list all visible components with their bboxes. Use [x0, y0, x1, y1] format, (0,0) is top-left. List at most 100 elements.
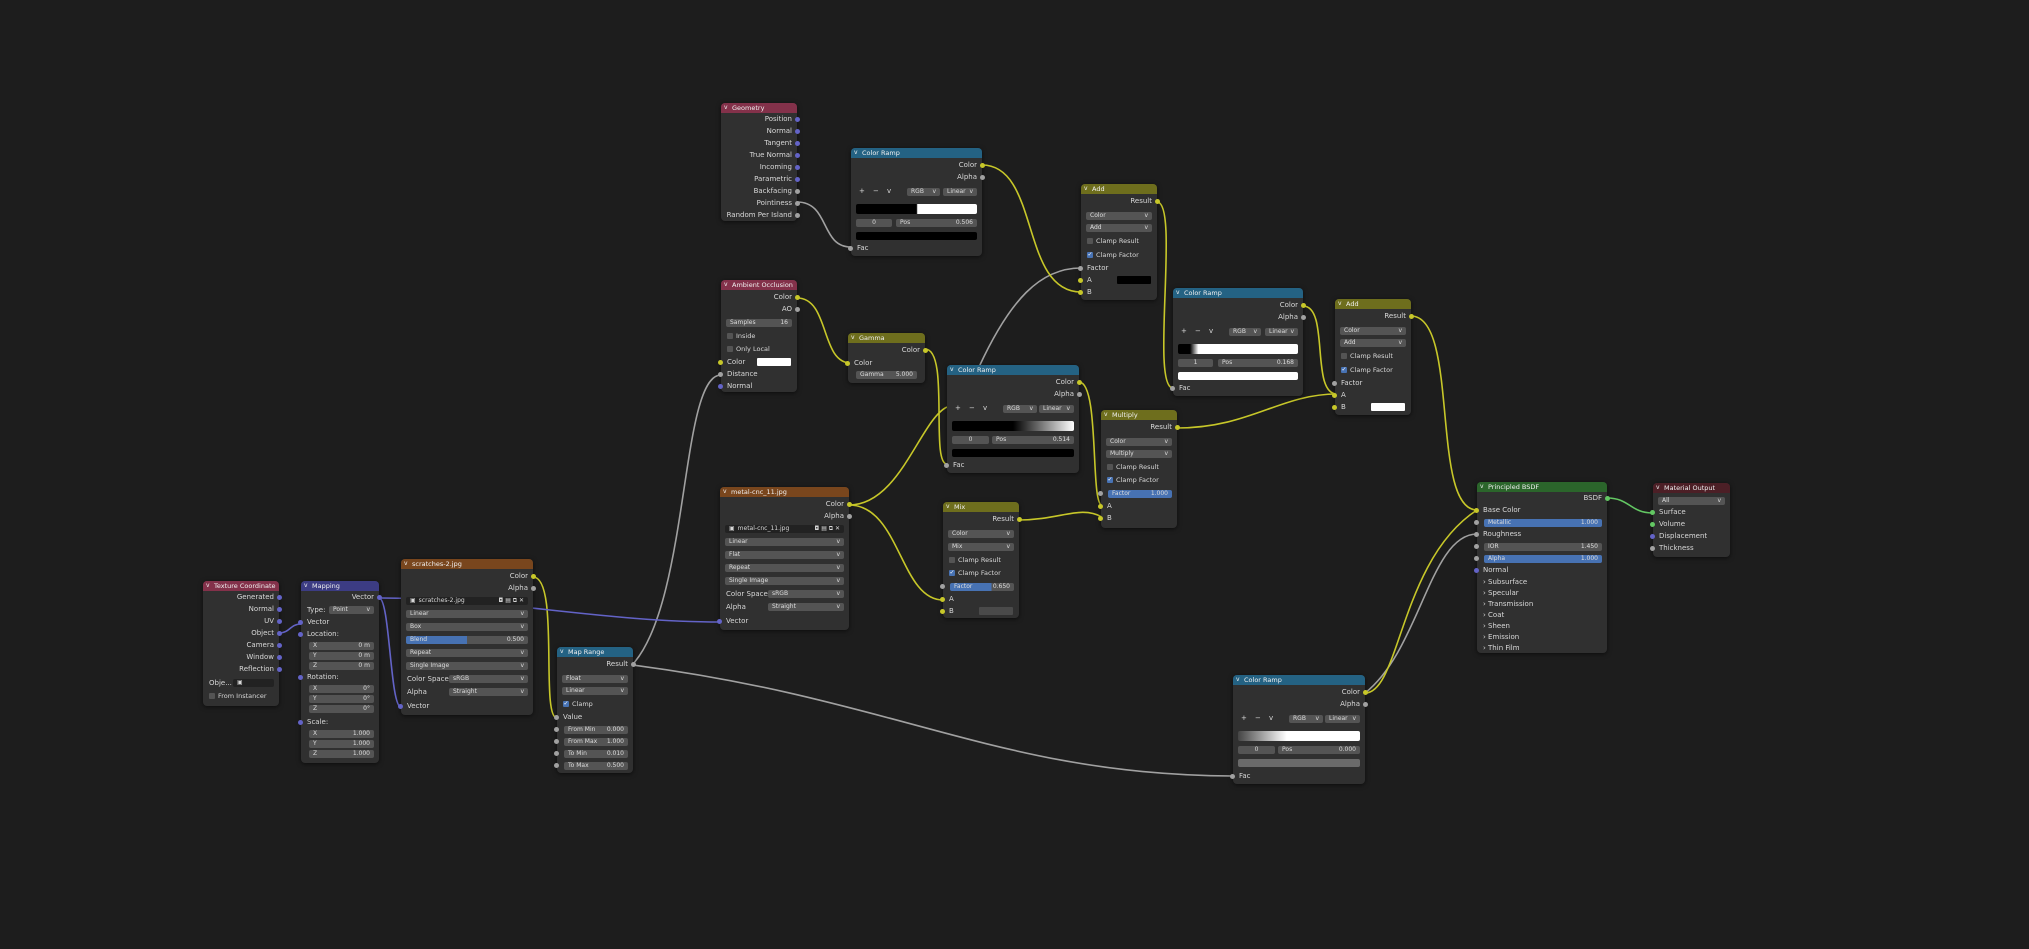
- input-socket[interactable]: [1650, 510, 1655, 515]
- interpolation-dropdown[interactable]: Linear v: [406, 610, 528, 618]
- interpolation-dropdown[interactable]: Linear v: [1039, 405, 1074, 413]
- input-socket[interactable]: [298, 675, 303, 680]
- gamma-node[interactable]: v Gamma Color Color Gamma 5.000: [845, 333, 928, 383]
- collapse-chevron-icon[interactable]: v: [724, 105, 730, 111]
- mapping-type-dropdown[interactable]: Point v: [329, 606, 374, 614]
- collapse-chevron-icon[interactable]: v: [950, 367, 956, 373]
- output-socket[interactable]: [795, 295, 800, 300]
- chevron-down-icon[interactable]: v: [983, 405, 987, 412]
- stop-index-field[interactable]: 0: [952, 436, 989, 444]
- collapse-chevron-icon[interactable]: v: [946, 504, 952, 510]
- multiply-node[interactable]: v Multiply Result Color v Multiply v Clamp …: [1098, 410, 1180, 528]
- input-socket[interactable]: [1650, 546, 1655, 551]
- clamp-factor-checkbox[interactable]: ✓ Clamp Factor: [1087, 252, 1139, 259]
- target-dropdown[interactable]: All v: [1658, 497, 1725, 505]
- output-socket[interactable]: [277, 643, 282, 648]
- input-socket[interactable]: [554, 763, 559, 768]
- collapse-chevron-icon[interactable]: v: [724, 282, 730, 288]
- source-dropdown[interactable]: Single Image v: [406, 662, 528, 670]
- input-socket[interactable]: [554, 751, 559, 756]
- blend-field[interactable]: Blend 0.500: [406, 636, 528, 644]
- output-socket[interactable]: [795, 177, 800, 182]
- output-socket[interactable]: [1605, 496, 1610, 501]
- stop-position-field[interactable]: Pos 0.168: [1218, 359, 1298, 367]
- data-type-dropdown[interactable]: Float v: [562, 675, 628, 683]
- rotation-z-field[interactable]: Z 0°: [309, 705, 374, 713]
- input-socket[interactable]: [1230, 774, 1235, 779]
- interpolation-dropdown[interactable]: Linear v: [943, 188, 977, 196]
- stop-index-field[interactable]: 1: [1178, 359, 1213, 367]
- output-socket[interactable]: [377, 595, 382, 600]
- input-socket[interactable]: [1170, 386, 1175, 391]
- metal-image-texture-node[interactable]: v metal-cnc_11.jpg Color Alpha ▣ metal-cnc…: [717, 487, 852, 630]
- input-socket[interactable]: [718, 384, 723, 389]
- factor-field[interactable]: Factor 0.650: [950, 583, 1014, 591]
- samples-field[interactable]: Samples 16: [726, 319, 792, 327]
- collapse-chevron-icon[interactable]: v: [404, 561, 410, 567]
- collapse-chevron-icon[interactable]: v: [723, 489, 729, 495]
- output-socket[interactable]: [277, 619, 282, 624]
- interpolation-dropdown[interactable]: Linear v: [562, 687, 628, 695]
- stop-position-field[interactable]: Pos 0.506: [896, 219, 977, 227]
- output-socket[interactable]: [795, 153, 800, 158]
- input-socket[interactable]: [940, 597, 945, 602]
- inside-checkbox[interactable]: Inside: [727, 333, 755, 340]
- scale-z-field[interactable]: Z 1.000: [309, 750, 374, 758]
- collapse-chevron-icon[interactable]: v: [304, 583, 310, 589]
- output-socket[interactable]: [795, 129, 800, 134]
- output-socket[interactable]: [980, 175, 985, 180]
- principled-bsdf-node[interactable]: v Principled BSDF BSDF Base Color Metalli…: [1474, 482, 1610, 653]
- collapse-chevron-icon[interactable]: v: [851, 335, 857, 341]
- input-socket[interactable]: [1474, 520, 1479, 525]
- collapse-chevron-icon[interactable]: v: [1656, 485, 1662, 491]
- source-dropdown[interactable]: Single Image v: [725, 577, 844, 585]
- input-socket[interactable]: [940, 584, 945, 589]
- input-socket[interactable]: [1474, 568, 1479, 573]
- extension-dropdown[interactable]: Repeat v: [725, 564, 844, 572]
- ior-field[interactable]: IOR 1.450: [1484, 543, 1602, 551]
- stop-color-swatch[interactable]: [856, 232, 977, 240]
- input-socket[interactable]: [298, 720, 303, 725]
- output-socket[interactable]: [631, 662, 636, 667]
- output-socket[interactable]: [277, 667, 282, 672]
- input-socket[interactable]: [554, 727, 559, 732]
- input-socket[interactable]: [1098, 516, 1103, 521]
- collapse-chevron-icon[interactable]: v: [1236, 677, 1242, 683]
- output-socket[interactable]: [531, 586, 536, 591]
- input-socket[interactable]: [1332, 393, 1337, 398]
- output-socket[interactable]: [980, 163, 985, 168]
- projection-dropdown[interactable]: Flat v: [725, 551, 844, 559]
- to-max-field[interactable]: To Max 0.500: [564, 762, 628, 770]
- image-selector[interactable]: ▣ scratches-2.jpg ◘ ▤ ⧉ ✕: [406, 597, 528, 605]
- collapse-chevron-icon[interactable]: v: [1084, 186, 1090, 192]
- stop-color-swatch[interactable]: [1238, 759, 1360, 767]
- alpha-field[interactable]: Alpha 1.000: [1484, 555, 1602, 563]
- add-node-1[interactable]: v Add Result Color v Add v Clamp Result ✓ Cl…: [1078, 184, 1160, 300]
- rotation-y-field[interactable]: Y 0°: [309, 695, 374, 703]
- from-max-field[interactable]: From Max 1.000: [564, 738, 628, 746]
- texture-coordinate-node[interactable]: v Texture Coordinate Generated Normal UV …: [203, 581, 282, 706]
- input-socket[interactable]: [298, 620, 303, 625]
- blend-mode-dropdown[interactable]: Multiply v: [1106, 450, 1172, 458]
- add-stop-icon[interactable]: +: [955, 405, 961, 412]
- clamp-factor-checkbox[interactable]: ✓ Clamp Factor: [1107, 477, 1159, 484]
- output-socket[interactable]: [847, 502, 852, 507]
- clamp-result-checkbox[interactable]: Clamp Result: [1341, 353, 1393, 360]
- color-space-dropdown[interactable]: sRGB v: [449, 675, 528, 683]
- data-type-dropdown[interactable]: Color v: [1340, 327, 1406, 335]
- add-stop-icon[interactable]: +: [859, 188, 865, 195]
- mix-node[interactable]: v Mix Result Color v Mix v Clamp Result ✓ Cl…: [940, 502, 1022, 618]
- output-socket[interactable]: [277, 655, 282, 660]
- output-socket[interactable]: [923, 348, 928, 353]
- input-socket[interactable]: [1078, 266, 1083, 271]
- color-ramp-bar[interactable]: [1238, 731, 1360, 741]
- collapse-chevron-icon[interactable]: v: [1480, 484, 1486, 490]
- output-socket[interactable]: [1301, 315, 1306, 320]
- factor-field[interactable]: Factor 1.000: [1108, 490, 1172, 498]
- input-socket[interactable]: [1650, 534, 1655, 539]
- location-y-field[interactable]: Y0 m: [309, 652, 374, 660]
- to-min-field[interactable]: To Min 0.010: [564, 750, 628, 758]
- output-socket[interactable]: [795, 189, 800, 194]
- color-swatch[interactable]: [979, 607, 1013, 615]
- color-ramp-node-3[interactable]: v Color Ramp Color Alpha + − v RGB v Linea…: [944, 365, 1082, 473]
